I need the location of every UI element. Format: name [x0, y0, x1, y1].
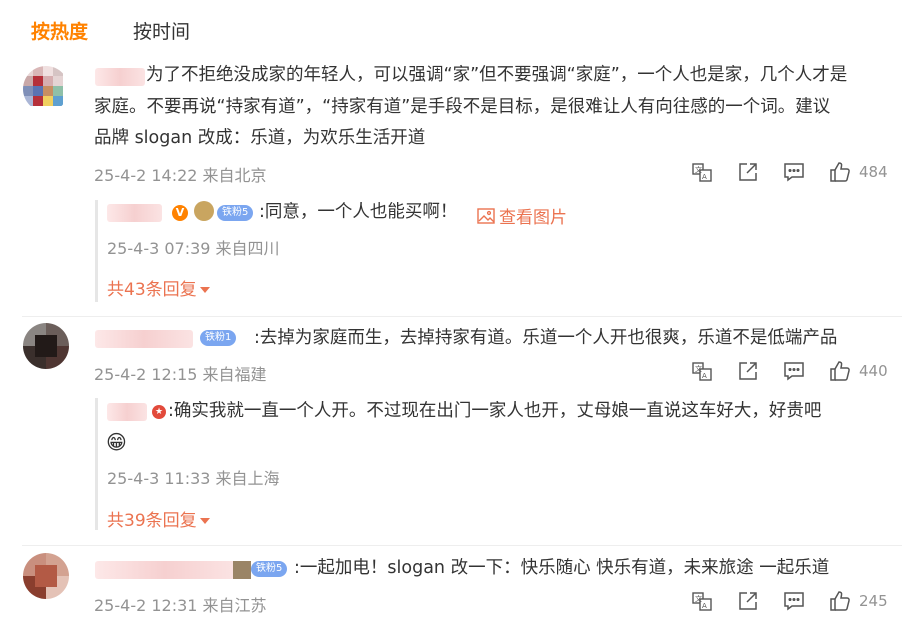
share-icon	[739, 362, 757, 380]
more-replies-link[interactable]: 共43条回复	[107, 275, 210, 300]
like-button[interactable]: 440	[829, 360, 888, 382]
username[interactable]	[95, 330, 193, 348]
like-button[interactable]: 245	[829, 590, 888, 612]
svg-text:文: 文	[695, 364, 702, 373]
username[interactable]	[95, 561, 235, 579]
crown-avatar-icon	[194, 201, 214, 221]
like-icon	[830, 591, 850, 611]
tab-sort-time[interactable]: 按时间	[133, 17, 190, 44]
reply-text: :同意，一个人也能买啊！	[259, 202, 458, 222]
fan-badge: 铁粉5	[251, 561, 288, 577]
translate-button[interactable]: 文A	[691, 360, 713, 382]
svg-text:文: 文	[695, 594, 702, 603]
share-icon	[739, 163, 757, 181]
comment-icon	[784, 362, 804, 381]
avatar[interactable]	[23, 553, 69, 599]
svg-text:A: A	[702, 173, 707, 181]
like-count: 440	[859, 362, 888, 380]
comment-icon	[784, 592, 804, 611]
reply-username[interactable]	[107, 204, 162, 222]
divider	[22, 545, 902, 546]
reply-username[interactable]	[107, 403, 147, 421]
more-replies-label: 共39条回复	[107, 511, 197, 531]
like-icon	[830, 162, 850, 182]
share-button[interactable]	[737, 161, 759, 183]
reply-text: :确实我就一直一个人开。不过现在出门一家人也开，丈母娘一直说这车好大，好贵吧	[168, 401, 822, 421]
comment-text-line-1: 为了不拒绝没成家的年轻人，可以强调“家”但不要强调“家庭”，一个人也是家，几个人…	[146, 65, 848, 85]
comment-button[interactable]	[783, 590, 805, 612]
comment-meta: 25-4-2 12:31 来自江苏	[94, 596, 267, 615]
svg-text:文: 文	[695, 165, 702, 174]
reply-divider	[95, 200, 98, 302]
comment-icon	[784, 163, 804, 182]
avatar[interactable]	[23, 66, 69, 112]
tab-sort-hot[interactable]: 按热度	[31, 17, 88, 44]
verified-icon: V	[172, 205, 188, 221]
caret-down-icon	[199, 287, 210, 293]
comment-meta: 25-4-2 12:15 来自福建	[94, 365, 267, 384]
svg-text:A: A	[702, 602, 707, 610]
fan-badge: 铁粉1	[200, 330, 237, 346]
translate-button[interactable]: 文A	[691, 590, 713, 612]
translate-icon: 文A	[692, 163, 712, 182]
image-icon	[477, 207, 495, 224]
comment-text: :一起加电！slogan 改一下：快乐随心 快乐有道，未来旅途 一起乐道	[294, 558, 830, 578]
member-badge-icon: ★	[152, 405, 166, 419]
more-replies-link[interactable]: 共39条回复	[107, 506, 210, 531]
share-icon	[739, 592, 757, 610]
comment-button[interactable]	[783, 161, 805, 183]
translate-icon: 文A	[692, 592, 712, 611]
translate-icon: 文A	[692, 362, 712, 381]
username[interactable]	[95, 68, 145, 86]
translate-button[interactable]: 文A	[691, 161, 713, 183]
share-button[interactable]	[737, 360, 759, 382]
view-image-link[interactable]: 查看图片	[477, 203, 567, 228]
like-count: 484	[859, 163, 888, 181]
comment-meta: 25-4-2 14:22 来自北京	[94, 166, 267, 185]
comment-text-line-2: 家庭。不要再说“持家有道”，“持家有道”是手段不是目标，是很难让人有向往感的一个…	[94, 97, 831, 117]
like-count: 245	[859, 592, 888, 610]
fan-badge: 铁粉5	[217, 205, 254, 221]
comment-text-line-3: 品牌 slogan 改成：乐道，为欢乐生活开道	[94, 128, 426, 148]
view-image-label: 查看图片	[499, 208, 567, 228]
reply-divider	[95, 398, 98, 530]
caret-down-icon	[199, 518, 210, 524]
comment-text: :去掉为家庭而生，去掉持家有道。乐道一个人开也很爽，乐道不是低端产品	[254, 328, 838, 348]
divider	[22, 316, 902, 317]
reply-meta: 25-4-3 11:33 来自上海	[107, 469, 280, 488]
comment-button[interactable]	[783, 360, 805, 382]
more-replies-label: 共43条回复	[107, 280, 197, 300]
svg-text:A: A	[702, 372, 707, 380]
avatar[interactable]	[23, 323, 69, 369]
like-button[interactable]: 484	[829, 161, 888, 183]
like-icon	[830, 361, 850, 381]
share-button[interactable]	[737, 590, 759, 612]
reply-meta: 25-4-3 07:39 来自四川	[107, 239, 280, 258]
grin-emoji-icon: 😁	[106, 430, 127, 454]
crown-avatar-icon	[233, 561, 251, 579]
